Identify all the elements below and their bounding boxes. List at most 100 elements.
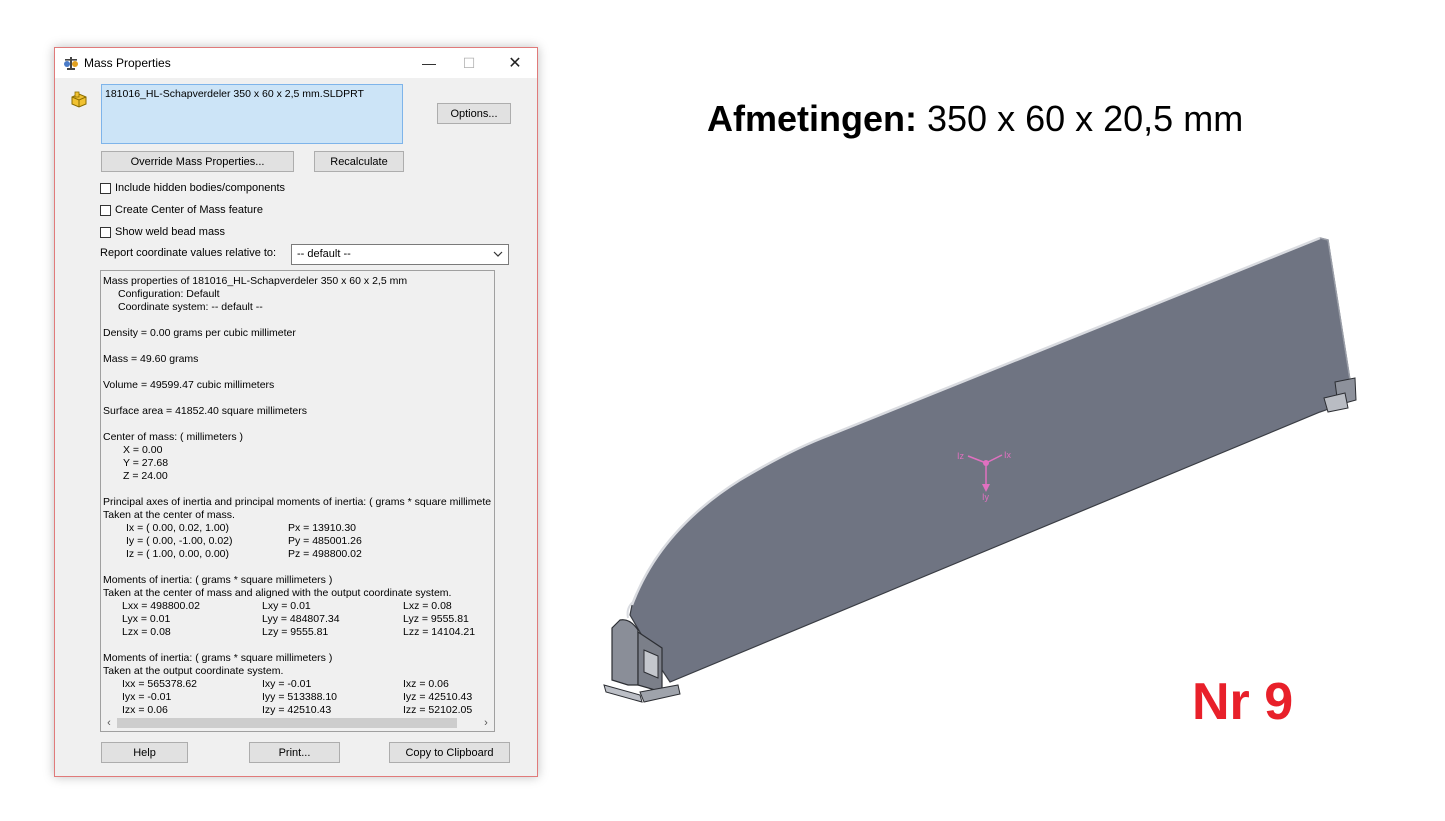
results-line: Moments of inertia: ( grams * square mil…: [103, 652, 333, 664]
title-bar[interactable]: Mass Properties — ☐ ✕: [55, 48, 537, 78]
include-hidden-bodies-option[interactable]: Include hidden bodies/components: [100, 181, 285, 195]
print-button[interactable]: Print...: [249, 742, 340, 763]
results-line: Mass = 49.60 grams: [103, 353, 199, 365]
results-cell: Lxx = 498800.02: [122, 600, 200, 612]
show-weld-bead-option[interactable]: Show weld bead mass: [100, 225, 225, 239]
results-line: Coordinate system: -- default --: [118, 301, 263, 313]
part-icon: [71, 91, 87, 108]
results-row: Iy = ( 0.00, -1.00, 0.02) Py = 485001.26: [103, 535, 491, 548]
results-cell: Lxy = 0.01: [262, 600, 311, 612]
results-line: Mass properties of 181016_HL-Schapverdel…: [103, 275, 408, 287]
results-cell: Izz = 52102.05: [403, 704, 473, 715]
results-cell: Ixy = -0.01: [262, 678, 312, 690]
results-row: Izx = 0.06 Izy = 42510.43 Izz = 52102.05: [103, 704, 491, 715]
axis-label-iy: Iy: [982, 492, 990, 502]
scroll-left-icon[interactable]: ‹: [103, 717, 115, 729]
dimensions-label: Afmetingen:: [707, 98, 917, 139]
create-center-of-mass-checkbox[interactable]: [100, 204, 111, 216]
include-hidden-bodies-label: Include hidden bodies/components: [115, 182, 286, 194]
results-cell: Lzx = 0.08: [122, 626, 171, 638]
results-cell: Ixz = 0.06: [403, 678, 449, 690]
results-row: Lxx = 498800.02 Lxy = 0.01 Lxz = 0.08: [103, 600, 491, 613]
mass-properties-results[interactable]: Mass properties of 181016_HL-Schapverdel…: [100, 270, 495, 732]
item-number: Nr 9: [1192, 673, 1294, 731]
results-cell: Iyz = 42510.43: [403, 691, 473, 703]
create-center-of-mass-label: Create Center of Mass feature: [115, 204, 263, 216]
dimensions-heading: Afmetingen: 350 x 60 x 20,5 mm: [707, 98, 1243, 140]
results-cell: Iyx = -0.01: [122, 691, 172, 703]
minimize-button[interactable]: —: [409, 48, 449, 78]
results-line: Center of mass: ( millimeters ): [103, 431, 244, 443]
help-button[interactable]: Help: [101, 742, 188, 763]
results-row: Ixx = 565378.62 Ixy = -0.01 Ixz = 0.06: [103, 678, 491, 691]
results-cell: Iy = ( 0.00, -1.00, 0.02): [126, 535, 233, 547]
results-line: Taken at the center of mass.: [103, 509, 235, 521]
include-hidden-bodies-checkbox[interactable]: [100, 182, 111, 194]
recalculate-button[interactable]: Recalculate: [314, 151, 404, 172]
coordinate-system-label: Report coordinate values relative to:: [100, 247, 277, 259]
results-cell: Ixx = 565378.62: [122, 678, 198, 690]
results-cell: Lyz = 9555.81: [403, 613, 469, 625]
results-cell: Izy = 42510.43: [262, 704, 332, 715]
maximize-button[interactable]: ☐: [449, 48, 489, 78]
axis-label-iz: Iz: [957, 451, 965, 461]
results-row: Lzx = 0.08 Lzy = 9555.81 Lzz = 14104.21: [103, 626, 491, 639]
results-line: Y = 27.68: [123, 457, 169, 469]
results-line: Surface area = 41852.40 square millimete…: [103, 405, 307, 417]
axis-label-ix: Ix: [1004, 450, 1012, 460]
results-line: X = 0.00: [123, 444, 163, 456]
results-text: Mass properties of 181016_HL-Schapverdel…: [103, 275, 491, 715]
dimensions-value: 350 x 60 x 20,5 mm: [927, 98, 1244, 139]
show-weld-bead-checkbox[interactable]: [100, 226, 111, 238]
results-cell: Iyy = 513388.10: [262, 691, 338, 703]
results-cell: Lzy = 9555.81: [262, 626, 329, 638]
override-mass-properties-button[interactable]: Override Mass Properties...: [101, 151, 294, 172]
results-cell: Lxz = 0.08: [403, 600, 452, 612]
results-line: Volume = 49599.47 cubic millimeters: [103, 379, 275, 391]
results-cell: Py = 485001.26: [288, 535, 362, 547]
results-cell: Lyy = 484807.34: [262, 613, 340, 625]
shelf-divider-3d-model[interactable]: Iz Ix Iy: [600, 230, 1360, 710]
coordinate-system-select[interactable]: -- default --: [291, 244, 509, 265]
horizontal-scrollbar[interactable]: ‹ ›: [101, 715, 494, 731]
results-line: Taken at the center of mass and aligned …: [103, 587, 452, 599]
results-cell: Lyx = 0.01: [122, 613, 171, 625]
results-row: Iz = ( 1.00, 0.00, 0.00) Pz = 498800.02: [103, 548, 491, 561]
results-line: Z = 24.00: [123, 470, 168, 482]
create-center-of-mass-option[interactable]: Create Center of Mass feature: [100, 203, 263, 217]
show-weld-bead-label: Show weld bead mass: [115, 226, 226, 238]
results-cell: Iz = ( 1.00, 0.00, 0.00): [126, 548, 230, 560]
scrollbar-thumb[interactable]: [117, 718, 457, 728]
coordinate-system-value: -- default --: [297, 248, 351, 260]
results-line: Configuration: Default: [118, 288, 220, 300]
results-cell: Lzz = 14104.21: [403, 626, 476, 638]
scale-icon: [64, 57, 78, 70]
results-line: Taken at the output coordinate system.: [103, 665, 284, 677]
mass-properties-dialog: Mass Properties — ☐ ✕ 181016_HL-Schapver…: [54, 47, 538, 777]
results-row: Iyx = -0.01 Iyy = 513388.10 Iyz = 42510.…: [103, 691, 491, 704]
results-line: Moments of inertia: ( grams * square mil…: [103, 574, 333, 586]
dialog-title: Mass Properties: [84, 56, 171, 70]
scroll-right-icon[interactable]: ›: [480, 717, 492, 729]
selected-part-list[interactable]: 181016_HL-Schapverdeler 350 x 60 x 2,5 m…: [101, 84, 403, 144]
copy-to-clipboard-button[interactable]: Copy to Clipboard: [389, 742, 510, 763]
results-row: Ix = ( 0.00, 0.02, 1.00) Px = 13910.30: [103, 522, 491, 535]
results-line: Density = 0.00 grams per cubic millimete…: [103, 327, 296, 339]
results-cell: Px = 13910.30: [288, 522, 357, 534]
results-cell: Pz = 498800.02: [288, 548, 362, 560]
close-button[interactable]: ✕: [495, 48, 535, 78]
chevron-down-icon: [493, 251, 503, 257]
results-line: Principal axes of inertia and principal …: [103, 496, 491, 508]
options-button[interactable]: Options...: [437, 103, 511, 124]
results-row: Lyx = 0.01 Lyy = 484807.34 Lyz = 9555.81: [103, 613, 491, 626]
selected-part-name[interactable]: 181016_HL-Schapverdeler 350 x 60 x 2,5 m…: [105, 88, 364, 100]
results-cell: Ix = ( 0.00, 0.02, 1.00): [126, 522, 230, 534]
